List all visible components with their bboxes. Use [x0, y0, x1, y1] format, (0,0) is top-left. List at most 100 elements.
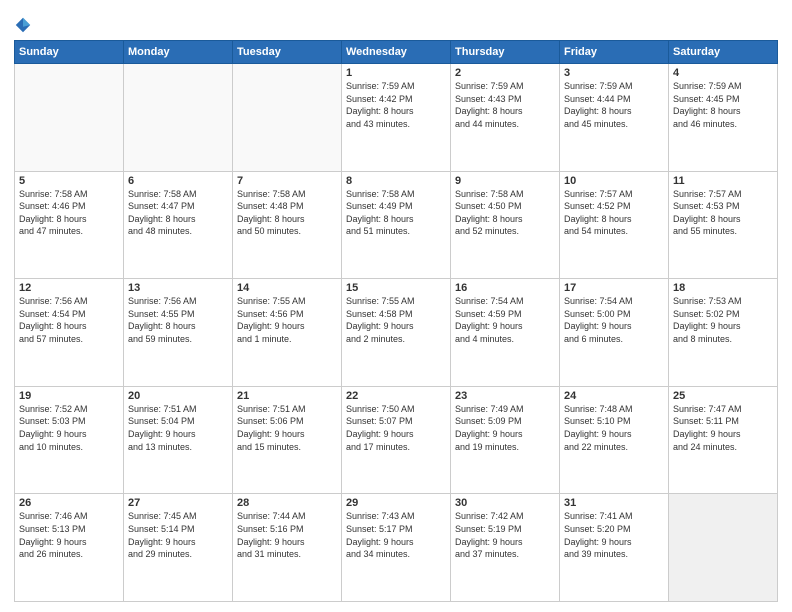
day-cell: 24Sunrise: 7:48 AM Sunset: 5:10 PM Dayli… [560, 386, 669, 494]
logo-icon [14, 16, 32, 34]
day-info: Sunrise: 7:59 AM Sunset: 4:43 PM Dayligh… [455, 80, 555, 130]
day-cell: 20Sunrise: 7:51 AM Sunset: 5:04 PM Dayli… [124, 386, 233, 494]
calendar-table: SundayMondayTuesdayWednesdayThursdayFrid… [14, 40, 778, 602]
day-number: 4 [673, 67, 773, 79]
day-info: Sunrise: 7:48 AM Sunset: 5:10 PM Dayligh… [564, 403, 664, 453]
day-cell: 16Sunrise: 7:54 AM Sunset: 4:59 PM Dayli… [451, 279, 560, 387]
day-info: Sunrise: 7:55 AM Sunset: 4:56 PM Dayligh… [237, 295, 337, 345]
day-cell: 1Sunrise: 7:59 AM Sunset: 4:42 PM Daylig… [342, 64, 451, 172]
day-info: Sunrise: 7:49 AM Sunset: 5:09 PM Dayligh… [455, 403, 555, 453]
day-cell: 2Sunrise: 7:59 AM Sunset: 4:43 PM Daylig… [451, 64, 560, 172]
weekday-header-row: SundayMondayTuesdayWednesdayThursdayFrid… [15, 41, 778, 64]
day-number: 20 [128, 390, 228, 402]
weekday-header-sunday: Sunday [15, 41, 124, 64]
day-info: Sunrise: 7:58 AM Sunset: 4:50 PM Dayligh… [455, 188, 555, 238]
logo [14, 14, 36, 34]
day-cell: 18Sunrise: 7:53 AM Sunset: 5:02 PM Dayli… [669, 279, 778, 387]
day-number: 27 [128, 497, 228, 509]
day-number: 12 [19, 282, 119, 294]
day-info: Sunrise: 7:57 AM Sunset: 4:52 PM Dayligh… [564, 188, 664, 238]
day-info: Sunrise: 7:51 AM Sunset: 5:06 PM Dayligh… [237, 403, 337, 453]
day-cell: 26Sunrise: 7:46 AM Sunset: 5:13 PM Dayli… [15, 494, 124, 602]
day-cell: 29Sunrise: 7:43 AM Sunset: 5:17 PM Dayli… [342, 494, 451, 602]
day-cell: 3Sunrise: 7:59 AM Sunset: 4:44 PM Daylig… [560, 64, 669, 172]
day-cell: 15Sunrise: 7:55 AM Sunset: 4:58 PM Dayli… [342, 279, 451, 387]
day-cell: 23Sunrise: 7:49 AM Sunset: 5:09 PM Dayli… [451, 386, 560, 494]
day-cell: 28Sunrise: 7:44 AM Sunset: 5:16 PM Dayli… [233, 494, 342, 602]
day-info: Sunrise: 7:58 AM Sunset: 4:48 PM Dayligh… [237, 188, 337, 238]
day-number: 22 [346, 390, 446, 402]
day-info: Sunrise: 7:59 AM Sunset: 4:44 PM Dayligh… [564, 80, 664, 130]
day-number: 21 [237, 390, 337, 402]
day-info: Sunrise: 7:42 AM Sunset: 5:19 PM Dayligh… [455, 510, 555, 560]
day-number: 18 [673, 282, 773, 294]
day-info: Sunrise: 7:54 AM Sunset: 4:59 PM Dayligh… [455, 295, 555, 345]
week-row-3: 12Sunrise: 7:56 AM Sunset: 4:54 PM Dayli… [15, 279, 778, 387]
day-cell: 11Sunrise: 7:57 AM Sunset: 4:53 PM Dayli… [669, 171, 778, 279]
day-cell: 19Sunrise: 7:52 AM Sunset: 5:03 PM Dayli… [15, 386, 124, 494]
day-number: 19 [19, 390, 119, 402]
day-number: 13 [128, 282, 228, 294]
day-number: 29 [346, 497, 446, 509]
day-info: Sunrise: 7:56 AM Sunset: 4:54 PM Dayligh… [19, 295, 119, 345]
day-number: 15 [346, 282, 446, 294]
day-cell: 14Sunrise: 7:55 AM Sunset: 4:56 PM Dayli… [233, 279, 342, 387]
day-cell [233, 64, 342, 172]
day-info: Sunrise: 7:54 AM Sunset: 5:00 PM Dayligh… [564, 295, 664, 345]
weekday-header-saturday: Saturday [669, 41, 778, 64]
day-info: Sunrise: 7:55 AM Sunset: 4:58 PM Dayligh… [346, 295, 446, 345]
weekday-header-wednesday: Wednesday [342, 41, 451, 64]
day-cell: 9Sunrise: 7:58 AM Sunset: 4:50 PM Daylig… [451, 171, 560, 279]
day-cell: 21Sunrise: 7:51 AM Sunset: 5:06 PM Dayli… [233, 386, 342, 494]
day-number: 26 [19, 497, 119, 509]
weekday-header-thursday: Thursday [451, 41, 560, 64]
weekday-header-friday: Friday [560, 41, 669, 64]
day-cell: 7Sunrise: 7:58 AM Sunset: 4:48 PM Daylig… [233, 171, 342, 279]
day-info: Sunrise: 7:45 AM Sunset: 5:14 PM Dayligh… [128, 510, 228, 560]
week-row-5: 26Sunrise: 7:46 AM Sunset: 5:13 PM Dayli… [15, 494, 778, 602]
day-info: Sunrise: 7:46 AM Sunset: 5:13 PM Dayligh… [19, 510, 119, 560]
day-cell: 5Sunrise: 7:58 AM Sunset: 4:46 PM Daylig… [15, 171, 124, 279]
day-cell: 22Sunrise: 7:50 AM Sunset: 5:07 PM Dayli… [342, 386, 451, 494]
day-cell: 17Sunrise: 7:54 AM Sunset: 5:00 PM Dayli… [560, 279, 669, 387]
day-cell: 10Sunrise: 7:57 AM Sunset: 4:52 PM Dayli… [560, 171, 669, 279]
day-info: Sunrise: 7:41 AM Sunset: 5:20 PM Dayligh… [564, 510, 664, 560]
day-info: Sunrise: 7:58 AM Sunset: 4:46 PM Dayligh… [19, 188, 119, 238]
day-info: Sunrise: 7:59 AM Sunset: 4:42 PM Dayligh… [346, 80, 446, 130]
day-number: 7 [237, 175, 337, 187]
day-info: Sunrise: 7:56 AM Sunset: 4:55 PM Dayligh… [128, 295, 228, 345]
day-cell: 30Sunrise: 7:42 AM Sunset: 5:19 PM Dayli… [451, 494, 560, 602]
week-row-2: 5Sunrise: 7:58 AM Sunset: 4:46 PM Daylig… [15, 171, 778, 279]
day-cell [669, 494, 778, 602]
day-info: Sunrise: 7:52 AM Sunset: 5:03 PM Dayligh… [19, 403, 119, 453]
day-cell: 8Sunrise: 7:58 AM Sunset: 4:49 PM Daylig… [342, 171, 451, 279]
day-number: 1 [346, 67, 446, 79]
day-cell: 13Sunrise: 7:56 AM Sunset: 4:55 PM Dayli… [124, 279, 233, 387]
day-info: Sunrise: 7:43 AM Sunset: 5:17 PM Dayligh… [346, 510, 446, 560]
day-info: Sunrise: 7:58 AM Sunset: 4:47 PM Dayligh… [128, 188, 228, 238]
day-number: 25 [673, 390, 773, 402]
day-cell: 31Sunrise: 7:41 AM Sunset: 5:20 PM Dayli… [560, 494, 669, 602]
day-number: 17 [564, 282, 664, 294]
day-number: 8 [346, 175, 446, 187]
week-row-1: 1Sunrise: 7:59 AM Sunset: 4:42 PM Daylig… [15, 64, 778, 172]
weekday-header-tuesday: Tuesday [233, 41, 342, 64]
day-number: 16 [455, 282, 555, 294]
day-cell: 27Sunrise: 7:45 AM Sunset: 5:14 PM Dayli… [124, 494, 233, 602]
day-cell: 4Sunrise: 7:59 AM Sunset: 4:45 PM Daylig… [669, 64, 778, 172]
day-cell: 25Sunrise: 7:47 AM Sunset: 5:11 PM Dayli… [669, 386, 778, 494]
day-number: 31 [564, 497, 664, 509]
day-number: 11 [673, 175, 773, 187]
day-number: 10 [564, 175, 664, 187]
week-row-4: 19Sunrise: 7:52 AM Sunset: 5:03 PM Dayli… [15, 386, 778, 494]
day-number: 9 [455, 175, 555, 187]
day-number: 23 [455, 390, 555, 402]
day-info: Sunrise: 7:51 AM Sunset: 5:04 PM Dayligh… [128, 403, 228, 453]
day-number: 5 [19, 175, 119, 187]
header [14, 10, 778, 34]
day-info: Sunrise: 7:44 AM Sunset: 5:16 PM Dayligh… [237, 510, 337, 560]
day-number: 3 [564, 67, 664, 79]
day-number: 28 [237, 497, 337, 509]
day-number: 24 [564, 390, 664, 402]
day-number: 6 [128, 175, 228, 187]
